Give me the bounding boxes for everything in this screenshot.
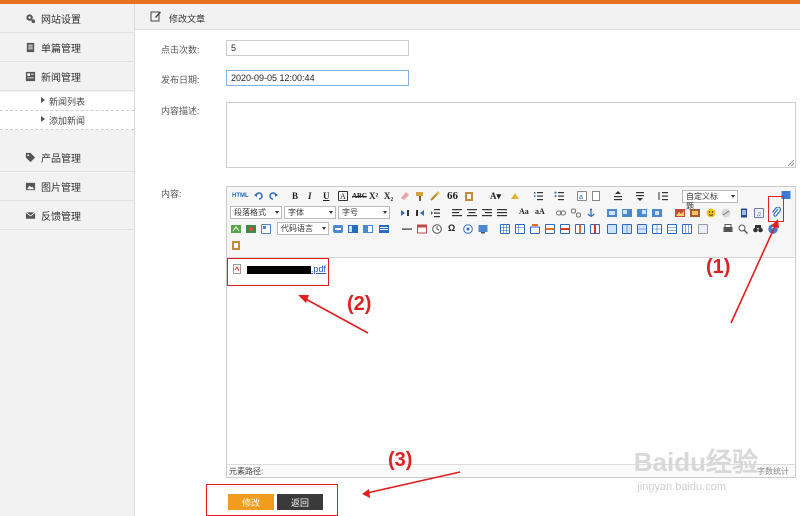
watermark-url: jingyan.baidu.com [637, 481, 726, 493]
annotation-arrows [298, 219, 779, 498]
annotation-label-3: (3) [388, 449, 413, 471]
watermark-brand: Baidu经验 [633, 447, 758, 477]
annotation-label-1: (1) [706, 256, 731, 278]
annotation-label-2: (2) [347, 293, 372, 315]
